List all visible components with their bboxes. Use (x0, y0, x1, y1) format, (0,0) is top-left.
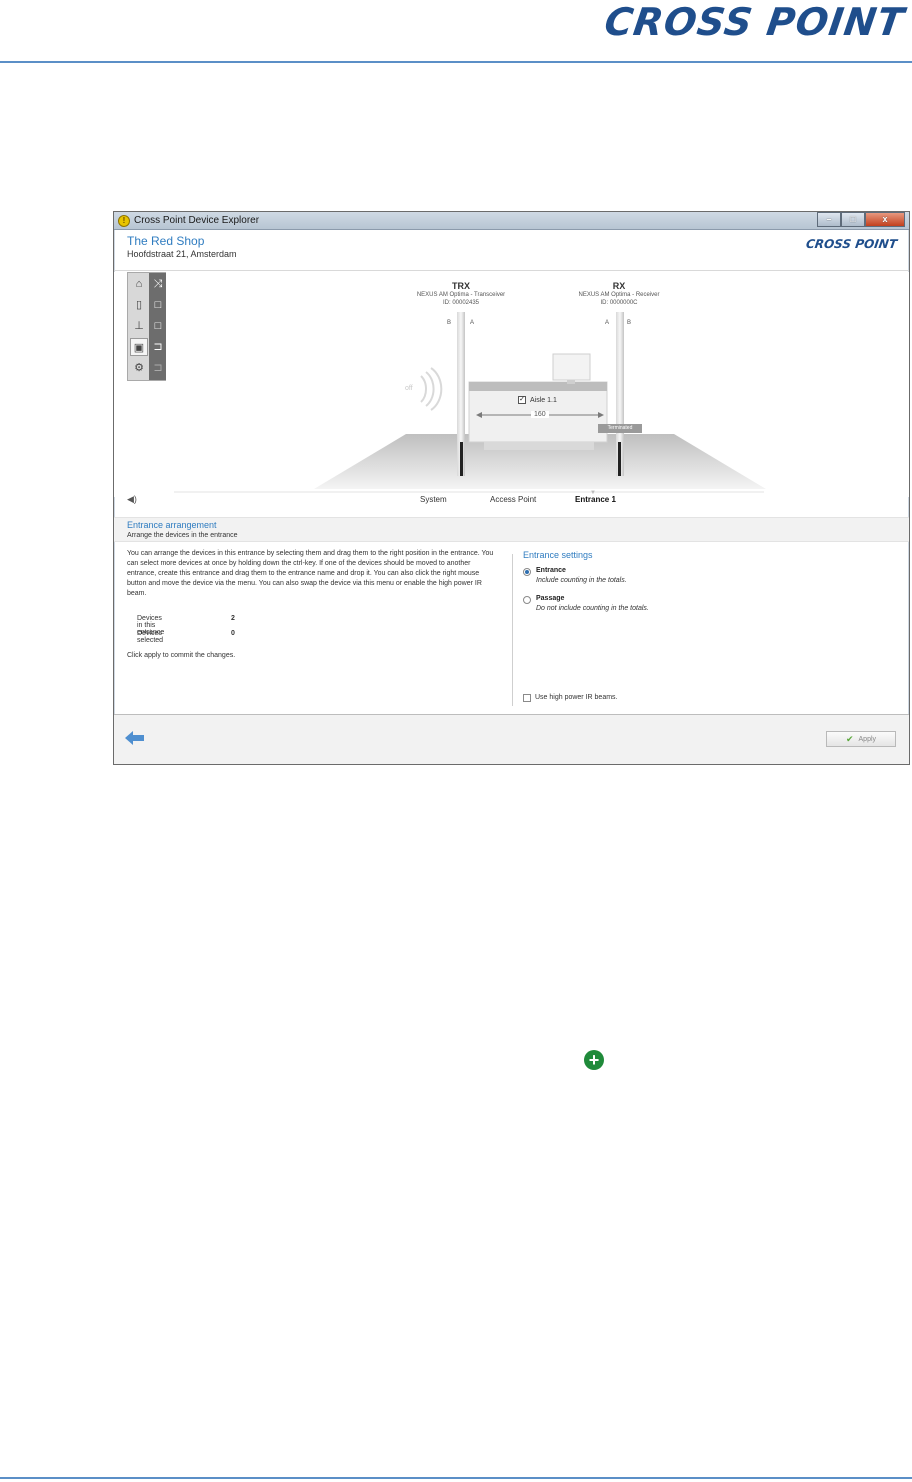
pin-icon[interactable]: ⊥ (130, 317, 148, 335)
counter-base (484, 442, 594, 450)
devices-in-entrance-value: 2 (231, 615, 235, 622)
trx-label: TRX NEXUS AM Optima - Transceiver ID: 00… (401, 281, 521, 307)
rx-name: RX (612, 281, 626, 291)
passage-option-desc: Do not include counting in the totals. (536, 605, 649, 612)
footer-rule (0, 1477, 912, 1479)
trx-side-a: A (470, 320, 475, 326)
square-icon[interactable]: □ (149, 317, 167, 335)
arrange-icon[interactable]: ▣ (130, 338, 148, 356)
passage-radio[interactable] (523, 596, 531, 604)
rx-model: NEXUS AM Optima - Receiver (578, 292, 660, 298)
cross-point-logo: CROSS POINT (601, 0, 908, 44)
rx-id: ID: 0000000C (600, 300, 638, 306)
signal-arc (420, 375, 428, 403)
apply-button[interactable]: ✔ Apply (826, 731, 896, 747)
trx-id: ID: 00002435 (442, 300, 480, 306)
app-logo: CROSS POINT (805, 237, 898, 251)
monitor (552, 353, 591, 381)
square-icon[interactable]: □ (149, 296, 167, 314)
add-icon: + (584, 1050, 604, 1070)
maximize-button[interactable]: □ (841, 212, 865, 227)
apply-label: Apply (858, 735, 877, 743)
entrance-radio[interactable] (523, 568, 531, 576)
window-controls: – □ x (817, 212, 905, 227)
trx-name: TRX (452, 281, 470, 291)
tab-entrance-1[interactable]: Entrance 1 (575, 495, 616, 504)
aisle-toggle[interactable]: ✓ Aisle 1.1 (518, 396, 557, 404)
import-icon[interactable]: ⊐ (149, 359, 167, 377)
section-title: Entrance arrangement (127, 520, 217, 530)
close-button[interactable]: x (865, 212, 905, 227)
trx-side-b: B (447, 320, 452, 326)
distance-value: 160 (531, 411, 549, 418)
counter-top (469, 382, 607, 391)
high-power-label: Use high power IR beams. (535, 694, 618, 701)
trx-pole-base (460, 442, 463, 476)
device-explorer-window: ! Cross Point Device Explorer – □ x The … (113, 211, 910, 765)
description-text: You can arrange the devices in this entr… (127, 550, 494, 597)
signal-arc (425, 371, 435, 407)
signal-off-label: off (405, 385, 413, 392)
devices-selected-value: 0 (231, 630, 235, 637)
speaker-icon[interactable]: ◀) (127, 494, 137, 505)
rx-side-a: A (605, 320, 610, 326)
commit-hint: Click apply to commit the changes. (127, 652, 236, 659)
tab-access-point[interactable]: Access Point (490, 495, 536, 504)
header-rule (0, 61, 912, 63)
app-icon: ! (118, 215, 130, 227)
app-header: The Red Shop Hoofdstraat 21, Amsterdam C… (114, 231, 909, 271)
entrance-scene: TRX NEXUS AM Optima - Transceiver ID: 00… (114, 272, 909, 497)
monitor-stand (567, 380, 575, 384)
tab-system[interactable]: System (420, 495, 447, 504)
title-bar[interactable]: ! Cross Point Device Explorer – □ x (114, 212, 909, 230)
active-tab-indicator: ▼ (590, 490, 596, 496)
section-subtitle: Arrange the devices in the entrance (127, 532, 238, 539)
settings-title: Entrance settings (523, 550, 593, 560)
shuffle-icon[interactable]: ⤨ (149, 275, 167, 293)
tabs-row: ◀) System Access Point Entrance 1 ▼ (114, 490, 909, 510)
devices-selected-label: Devices selected (137, 630, 164, 644)
aisle-checkbox[interactable]: ✓ (518, 396, 526, 404)
view-toolbar: ⌂ ▯ ⊥ ▣ ⚙ ⤨ □ □ ⊐ ⊐ (127, 272, 166, 381)
section-header: Entrance arrangement Arrange the devices… (114, 517, 909, 542)
aisle-label: Aisle 1.1 (530, 396, 557, 404)
settings-icon[interactable]: ⚙ (130, 359, 148, 377)
back-arrow-icon[interactable] (125, 731, 145, 745)
device-icon[interactable]: ▯ (130, 296, 148, 314)
home-icon[interactable]: ⌂ (130, 275, 148, 293)
export-icon[interactable]: ⊐ (149, 338, 167, 356)
minimize-button[interactable]: – (817, 212, 841, 227)
window-title: Cross Point Device Explorer (134, 215, 260, 226)
footer-bar: ✔ Apply (114, 714, 909, 764)
rx-side-b: B (627, 320, 632, 326)
signal-arc (430, 367, 443, 411)
passage-option-label: Passage (536, 595, 565, 602)
entrance-option-desc: Include counting in the totals. (536, 577, 627, 584)
shop-address: Hoofdstraat 21, Amsterdam (127, 249, 237, 259)
terminated-badge: Terminated (598, 424, 642, 433)
rx-label: RX NEXUS AM Optima - Receiver ID: 000000… (559, 281, 679, 307)
shop-name: The Red Shop (127, 234, 205, 248)
column-divider (512, 554, 513, 706)
check-icon: ✔ (845, 733, 854, 744)
high-power-checkbox[interactable] (523, 694, 531, 702)
entrance-option-label: Entrance (536, 567, 566, 574)
rx-pole-base (618, 442, 621, 476)
trx-model: NEXUS AM Optima - Transceiver (416, 292, 506, 298)
